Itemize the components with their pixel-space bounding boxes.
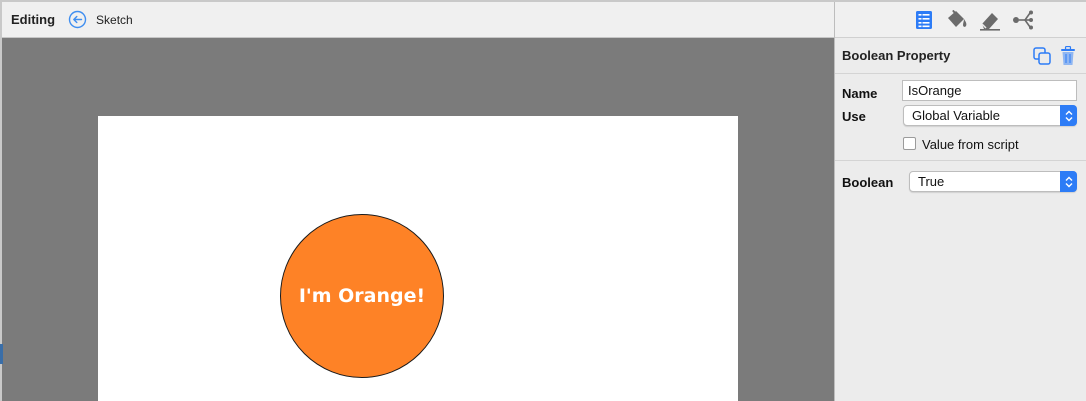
editor-header: Editing Sketch — [2, 2, 835, 38]
use-select[interactable]: Global Variable — [903, 105, 1077, 126]
inspector-pane: Boolean Property Name IsOrange Use Globa… — [835, 2, 1086, 401]
app-window: Editing Sketch I'm Orange! Boolean Prope… — [0, 0, 1086, 401]
orange-circle-shape[interactable]: I'm Orange! — [280, 214, 444, 378]
use-label: Use — [842, 109, 866, 124]
mode-label: Editing — [11, 12, 56, 27]
value-from-script-label: Value from script — [922, 137, 1019, 152]
section-header: Boolean Property — [835, 38, 1086, 74]
section-title: Boolean Property — [842, 48, 951, 63]
boolean-label: Boolean — [842, 175, 894, 190]
value-from-script-checkbox[interactable] — [903, 137, 916, 150]
connections-icon[interactable] — [1011, 8, 1035, 32]
use-select-value: Global Variable — [912, 108, 1000, 123]
trash-icon[interactable] — [1060, 45, 1076, 71]
section-actions — [1032, 45, 1076, 71]
paint-bucket-icon[interactable] — [945, 8, 969, 32]
canvas-page[interactable]: I'm Orange! — [98, 116, 738, 401]
boolean-select-value: True — [918, 174, 945, 189]
chevron-updown-icon — [1060, 171, 1077, 192]
eraser-icon[interactable] — [978, 8, 1002, 32]
section-divider — [835, 160, 1086, 161]
breadcrumb[interactable]: Sketch — [96, 13, 133, 27]
circle-label: I'm Orange! — [298, 285, 426, 307]
back-arrow-icon[interactable] — [68, 10, 87, 29]
editor-pane: Editing Sketch I'm Orange! — [0, 2, 835, 401]
boolean-select[interactable]: True — [909, 171, 1077, 192]
chevron-updown-icon — [1060, 105, 1077, 126]
properties-icon[interactable] — [912, 8, 936, 32]
name-label: Name — [842, 86, 878, 101]
window-edge-indicator — [0, 344, 3, 364]
inspector-toolbar — [835, 2, 1086, 38]
name-field[interactable]: IsOrange — [902, 80, 1077, 101]
canvas-area[interactable]: I'm Orange! — [2, 38, 835, 401]
duplicate-icon[interactable] — [1032, 46, 1052, 71]
